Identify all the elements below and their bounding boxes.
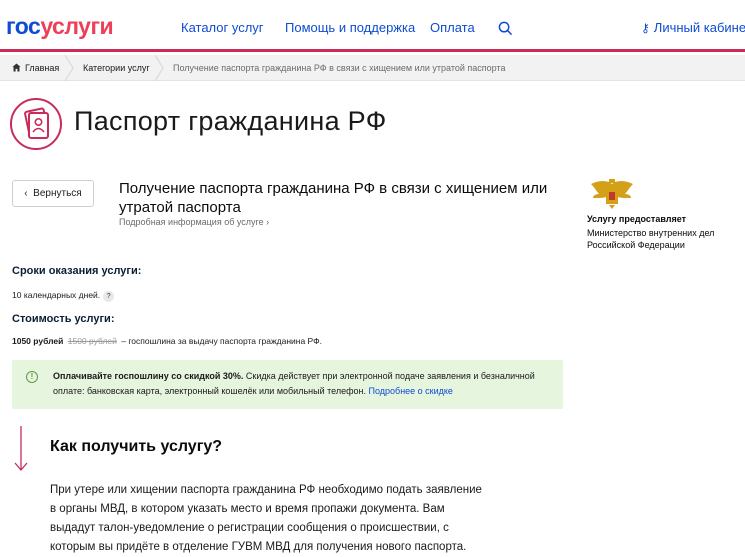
search-icon[interactable] xyxy=(498,21,513,36)
chevron-right-icon: › xyxy=(266,217,270,227)
coat-of-arms-icon xyxy=(591,179,633,209)
cost-description: – госпошлина за выдачу паспорта граждани… xyxy=(121,336,322,346)
chevron-left-icon: ‹ xyxy=(24,188,34,199)
terms-value: 10 календарных дней.? xyxy=(12,290,115,302)
provider-label: Услугу предоставляет xyxy=(587,214,687,224)
passport-icon-graphic xyxy=(24,107,50,139)
nav-help[interactable]: Помощь и поддержка xyxy=(285,20,415,35)
breadcrumb-home-label: Главная xyxy=(25,63,60,73)
key-icon: ⚷ xyxy=(641,21,650,35)
passport-icon xyxy=(10,98,62,150)
more-info-link[interactable]: Подробная информация об услуге › xyxy=(119,217,269,227)
back-button-label: Вернуться xyxy=(33,188,82,199)
cost-price: 1050 рублей xyxy=(12,336,64,346)
service-title: Получение паспорта гражданина РФ в связи… xyxy=(119,180,548,216)
cost-line: 1050 рублей 1500 рублей – госпошлина за … xyxy=(12,336,322,346)
info-icon: ! xyxy=(26,371,38,383)
terms-heading: Сроки оказания услуги: xyxy=(12,265,142,277)
logo-uslugi: услуги xyxy=(40,13,114,39)
site-header: госуслуги Каталог услуг Помощь и поддерж… xyxy=(0,0,745,52)
back-button[interactable]: ‹ Вернуться xyxy=(12,180,94,207)
breadcrumb-separator xyxy=(154,55,164,81)
nav-pay[interactable]: Оплата xyxy=(430,20,475,35)
breadcrumb-separator xyxy=(64,55,74,81)
breadcrumb-categories[interactable]: Категории услуг xyxy=(83,55,150,81)
logo[interactable]: госуслуги xyxy=(6,12,114,40)
cost-heading: Стоимость услуги: xyxy=(12,313,115,325)
breadcrumb: Главная Категории услуг Получение паспор… xyxy=(0,55,745,81)
nav-catalog[interactable]: Каталог услуг xyxy=(181,20,264,35)
personal-cabinet-link[interactable]: ⚷ Личный кабинет xyxy=(641,20,745,35)
cost-old-price: 1500 рублей xyxy=(67,336,117,346)
more-info-label: Подробная информация об услуге xyxy=(119,217,264,227)
discount-bold: Оплачивайте госпошлину со скидкой 30%. xyxy=(53,371,244,381)
discount-link[interactable]: Подробнее о скидке xyxy=(369,386,453,396)
how-text: При утере или хищении паспорта гражданин… xyxy=(50,484,482,553)
terms-value-text: 10 календарных дней. xyxy=(12,290,101,300)
how-heading: Как получить услугу? xyxy=(50,438,223,455)
page-title: Паспорт гражданина РФ xyxy=(74,106,387,136)
breadcrumb-home[interactable]: Главная xyxy=(12,55,59,81)
discount-text: Оплачивайте госпошлину со скидкой 30%. С… xyxy=(53,369,553,399)
home-icon xyxy=(12,63,21,72)
arrow-down-icon xyxy=(14,426,28,471)
logo-gos: гос xyxy=(6,13,41,39)
provider-name: Министерство внутренних дел Российской Ф… xyxy=(587,228,715,250)
help-icon[interactable]: ? xyxy=(103,291,115,302)
breadcrumb-current: Получение паспорта гражданина РФ в связи… xyxy=(173,63,506,73)
discount-banner: ! Оплачивайте госпошлину со скидкой 30%.… xyxy=(12,360,563,409)
cabinet-label: Личный кабинет xyxy=(653,20,745,35)
